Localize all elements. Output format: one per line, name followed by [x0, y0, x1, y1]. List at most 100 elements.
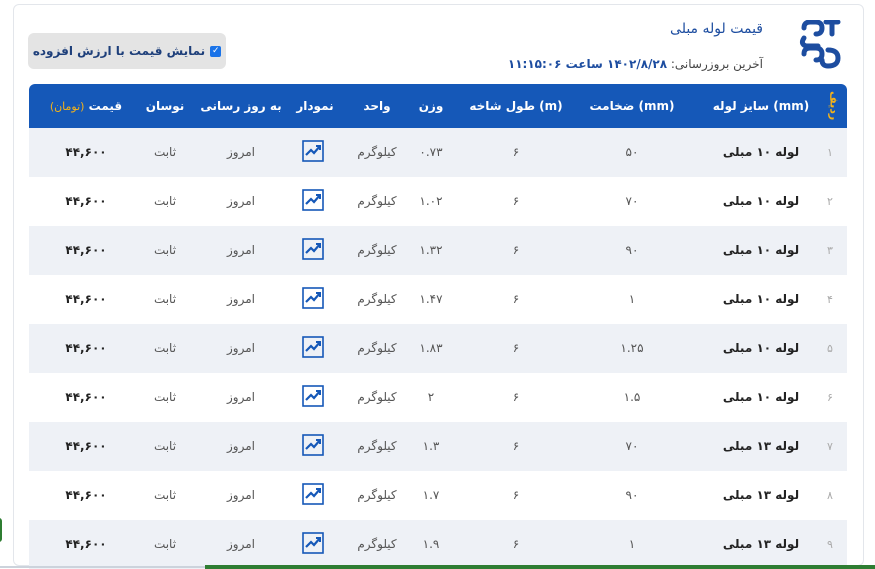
table-row: ۷ لوله ۱۳ مبلی ۷۰ ۶ ۱.۳ کیلوگرم امروز ثابت ۴۴,۶۰…: [29, 422, 847, 471]
trend-chart-icon[interactable]: [302, 385, 324, 407]
row-index: ۲: [827, 195, 833, 208]
row-index: ۹: [827, 538, 833, 551]
unit: کیلوگرم: [357, 390, 397, 404]
last-updated-value: ۱۴۰۲/۸/۲۸ ساعت ۱۱:۱۵:۰۶: [507, 57, 668, 71]
price: ۴۴,۶۰۰: [65, 243, 107, 257]
price: ۴۴,۶۰۰: [65, 292, 107, 306]
price: ۴۴,۶۰۰: [65, 439, 107, 453]
thickness: ۹۰: [625, 243, 639, 257]
price: ۴۴,۶۰۰: [65, 341, 107, 355]
side-handle[interactable]: [0, 518, 2, 542]
row-index: ۶: [827, 391, 833, 404]
weight: ۱.۹: [422, 537, 440, 551]
brand-logo: [799, 20, 841, 69]
update-status: امروز: [227, 488, 255, 502]
col-radif: ردیف: [827, 91, 841, 121]
weight: ۰.۷۳: [419, 145, 443, 159]
price-change: ثابت: [153, 439, 177, 453]
col-updated: به روز رسانی: [200, 99, 282, 113]
thickness: ۷۰: [625, 439, 639, 453]
table-row: ۱ لوله ۱۰ مبلی ۵۰ ۶ ۰.۷۳ کیلوگرم امروز ثابت ۴۴,۶…: [29, 128, 847, 177]
branch-length: ۶: [512, 292, 520, 306]
unit: کیلوگرم: [357, 341, 397, 355]
price: ۴۴,۶۰۰: [65, 194, 107, 208]
table-row: ۴ لوله ۱۰ مبلی ۱ ۶ ۱.۴۷ کیلوگرم امروز ثابت ۴۴,۶۰…: [29, 275, 847, 324]
trend-chart-icon[interactable]: [302, 287, 324, 309]
trend-chart-icon[interactable]: [302, 483, 324, 505]
table-row: ۵ لوله ۱۰ مبلی ۱.۲۵ ۶ ۱.۸۳ کیلوگرم امروز ثابت ۴۴…: [29, 324, 847, 373]
row-index: ۸: [827, 489, 833, 502]
weight: ۱.۷: [422, 488, 440, 502]
update-status: امروز: [227, 145, 255, 159]
price-change: ثابت: [153, 292, 177, 306]
branch-length: ۶: [512, 439, 520, 453]
row-index: ۷: [827, 440, 833, 453]
pipe-size[interactable]: لوله ۱۰ مبلی: [701, 177, 821, 226]
col-size: سایز لوله (mm): [712, 99, 810, 113]
row-index: ۴: [827, 293, 833, 306]
unit: کیلوگرم: [357, 292, 397, 306]
pipe-size[interactable]: لوله ۱۳ مبلی: [701, 471, 821, 520]
row-index: ۵: [827, 342, 833, 355]
branch-length: ۶: [512, 537, 520, 551]
pipe-size[interactable]: لوله ۱۳ مبلی: [701, 422, 821, 471]
trend-chart-icon[interactable]: [302, 238, 324, 260]
thickness: ۵۰: [625, 145, 639, 159]
pipe-size[interactable]: لوله ۱۰ مبلی: [701, 275, 821, 324]
thickness: ۱: [628, 292, 636, 306]
branch-length: ۶: [512, 390, 520, 404]
pipe-size[interactable]: لوله ۱۰ مبلی: [701, 226, 821, 275]
price: ۴۴,۶۰۰: [65, 488, 107, 502]
page-title: قیمت لوله مبلی: [670, 21, 763, 37]
thickness: ۱.۲۵: [620, 341, 644, 355]
unit: کیلوگرم: [357, 243, 397, 257]
trend-chart-icon[interactable]: [302, 189, 324, 211]
col-length: طول شاخه (m): [469, 99, 563, 113]
trend-chart-icon[interactable]: [302, 434, 324, 456]
table-row: ۳ لوله ۱۰ مبلی ۹۰ ۶ ۱.۳۲ کیلوگرم امروز ثابت ۴۴,۶…: [29, 226, 847, 275]
horizontal-scrollbar[interactable]: [205, 565, 875, 569]
pipe-size[interactable]: لوله ۱۰ مبلی: [701, 373, 821, 422]
weight: ۱.۳: [422, 439, 440, 453]
checkbox-checked-icon[interactable]: ✓: [210, 45, 222, 57]
unit: کیلوگرم: [357, 488, 397, 502]
thickness: ۹۰: [625, 488, 639, 502]
update-status: امروز: [227, 439, 255, 453]
table-row: ۸ لوله ۱۳ مبلی ۹۰ ۶ ۱.۷ کیلوگرم امروز ثابت ۴۴,۶۰…: [29, 471, 847, 520]
trend-chart-icon[interactable]: [302, 532, 324, 554]
col-unit: واحد: [363, 99, 391, 113]
pipe-size[interactable]: لوله ۱۰ مبلی: [701, 324, 821, 373]
row-index: ۱: [827, 146, 833, 159]
unit: کیلوگرم: [357, 194, 397, 208]
trend-chart-icon[interactable]: [302, 336, 324, 358]
price-change: ثابت: [153, 488, 177, 502]
branch-length: ۶: [512, 194, 520, 208]
update-status: امروز: [227, 243, 255, 257]
branch-length: ۶: [512, 341, 520, 355]
weight: ۱.۸۳: [419, 341, 443, 355]
vat-price-toggle[interactable]: ✓ نمایش قیمت با ارزش افزوده: [28, 33, 226, 69]
branch-length: ۶: [512, 488, 520, 502]
branch-length: ۶: [512, 145, 520, 159]
col-price: قیمت (تومان): [41, 84, 131, 128]
col-price-unit: (تومان): [49, 100, 85, 113]
col-price-label: قیمت: [88, 99, 123, 113]
update-status: امروز: [227, 537, 255, 551]
col-thickness: ضخامت (mm): [589, 99, 675, 113]
update-status: امروز: [227, 194, 255, 208]
update-status: امروز: [227, 341, 255, 355]
col-chart: نمودار: [296, 99, 334, 113]
weight: ۱.۰۲: [419, 194, 443, 208]
trend-chart-icon[interactable]: [302, 140, 324, 162]
table-row: ۲ لوله ۱۰ مبلی ۷۰ ۶ ۱.۰۲ کیلوگرم امروز ثابت ۴۴,۶…: [29, 177, 847, 226]
pipe-size[interactable]: لوله ۱۰ مبلی: [701, 128, 821, 177]
thickness: ۱: [628, 537, 636, 551]
table-row: ۹ لوله ۱۳ مبلی ۱ ۶ ۱.۹ کیلوگرم امروز ثابت ۴۴,۶۰۰: [29, 520, 847, 569]
price: ۴۴,۶۰۰: [65, 390, 107, 404]
price-change: ثابت: [153, 145, 177, 159]
weight: ۲: [427, 390, 435, 404]
price-change: ثابت: [153, 243, 177, 257]
pipe-size[interactable]: لوله ۱۳ مبلی: [701, 520, 821, 569]
weight: ۱.۳۲: [419, 243, 443, 257]
unit: کیلوگرم: [357, 439, 397, 453]
